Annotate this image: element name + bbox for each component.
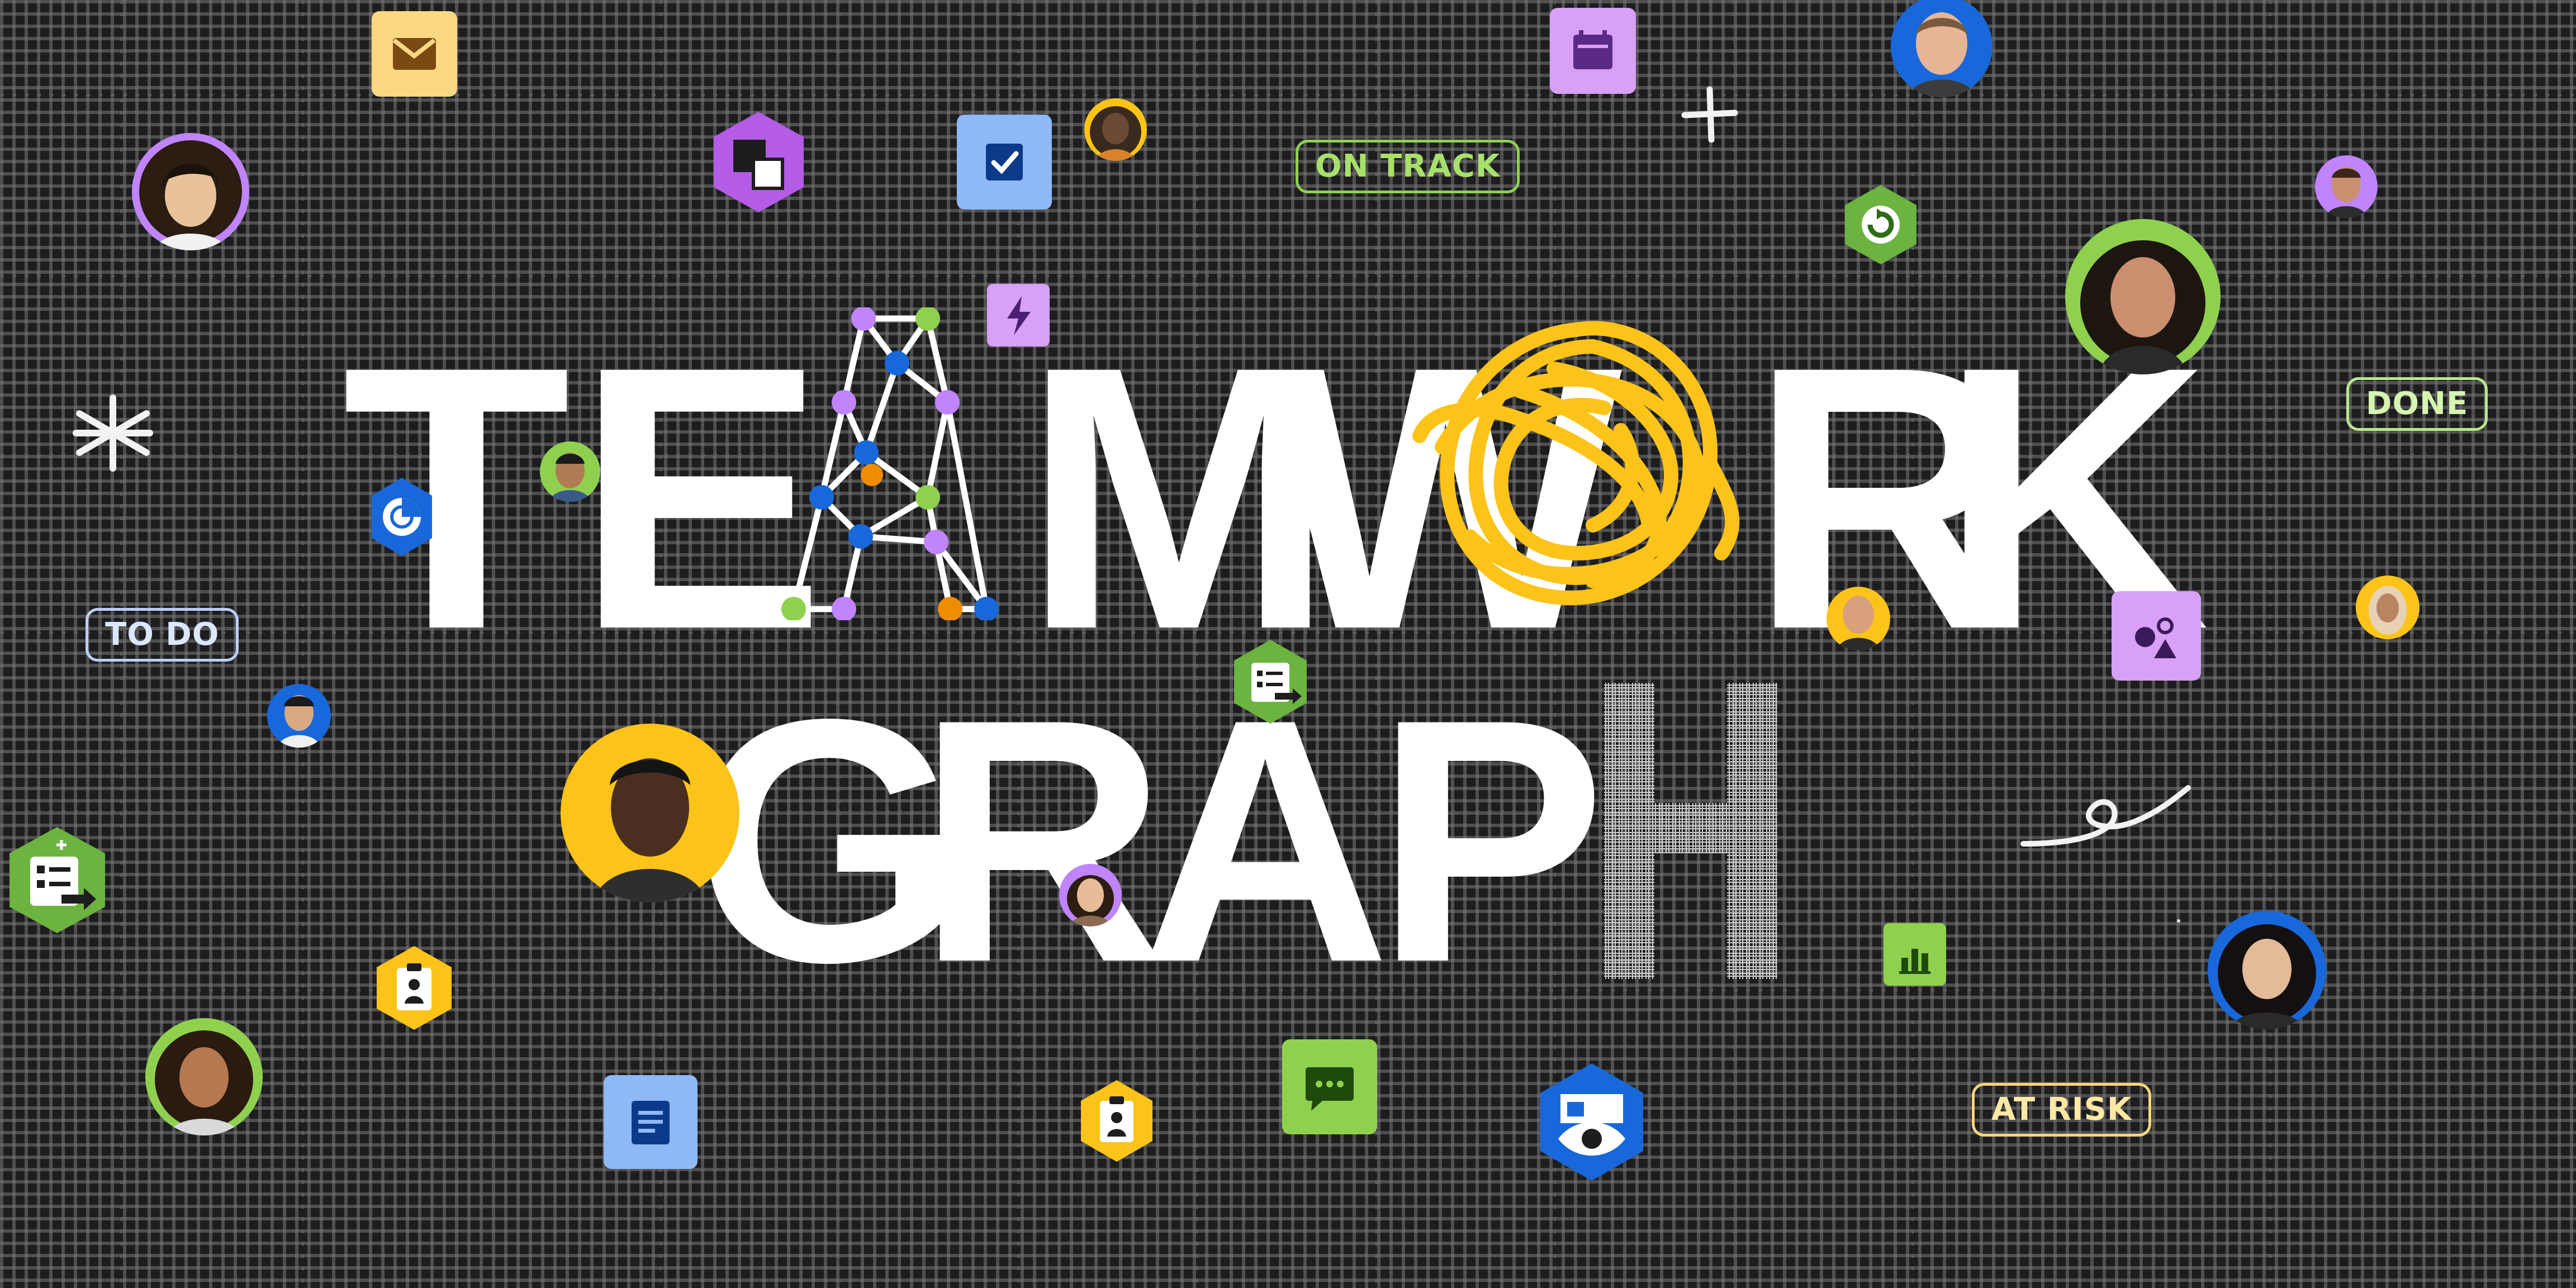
copy-squares-icon — [710, 109, 808, 215]
grid-line — [302, 0, 304, 1288]
chat-icon — [1282, 1039, 1377, 1134]
grid-line — [2448, 0, 2450, 1288]
grid-line — [1733, 0, 1735, 1288]
avatar-woman-yellow-right — [2356, 576, 2420, 639]
avatar-man-blue-top — [1891, 0, 1993, 97]
plus-doodle — [1681, 86, 1738, 143]
asterisk-doodle — [73, 395, 153, 472]
scribble-letter-o — [1412, 321, 1740, 605]
status-pill-at-risk: AT RISK — [1972, 1083, 2152, 1137]
bar-chart-icon — [1884, 923, 1946, 986]
headline-letter-r2: R — [917, 648, 1167, 1034]
shapes-icon — [2112, 591, 2201, 681]
avatar-man-yellow-small — [1084, 98, 1147, 161]
avatar-woman-green-bottom — [145, 1018, 263, 1135]
avatar-man-blue-left — [267, 684, 331, 748]
squiggle-doodle — [2020, 785, 2191, 847]
avatar-woman-purple — [132, 133, 249, 250]
document-icon — [604, 1075, 698, 1169]
checklist-icon — [1231, 637, 1310, 726]
email-icon — [372, 11, 457, 97]
status-pill-on-track: ON TRACK — [1296, 140, 1520, 193]
grid-line — [0, 1168, 2576, 1170]
checklist-icon-left — [6, 824, 109, 936]
avatar-man-yellow-right — [1827, 587, 1890, 650]
avatar-woman-green-large — [2065, 219, 2221, 374]
dot-doodle — [2177, 919, 2180, 923]
avatar-woman-blue-bottom — [2208, 911, 2326, 1029]
avatar-man-yellow-large — [561, 724, 739, 902]
id-badge-icon — [373, 943, 455, 1033]
avatar-woman-purple-small — [1059, 864, 1122, 926]
lightning-icon — [987, 284, 1050, 346]
network-graph-letter-a — [781, 307, 999, 620]
avatar-man-purple-small — [2315, 155, 2378, 218]
hash-pattern-letter-h — [1604, 683, 1777, 979]
grid-line — [838, 0, 841, 1288]
status-pill-to-do: TO DO — [86, 608, 239, 662]
eye-icon — [1536, 1061, 1648, 1184]
id-badge-icon-bottom — [1078, 1077, 1156, 1165]
grid-line — [2269, 0, 2271, 1288]
avatar-man-green-small — [540, 441, 600, 502]
status-pill-done: DONE — [2346, 377, 2488, 431]
calendar-icon — [1550, 8, 1636, 94]
pie-chart-icon — [369, 475, 435, 559]
refresh-icon — [1842, 183, 1919, 267]
checkbox-icon — [957, 115, 1052, 210]
poster-canvas: T E M W R K G R A P ON TRACK DONE TO DO … — [0, 0, 2576, 1288]
headline-letter-p: P — [1375, 648, 1606, 1034]
